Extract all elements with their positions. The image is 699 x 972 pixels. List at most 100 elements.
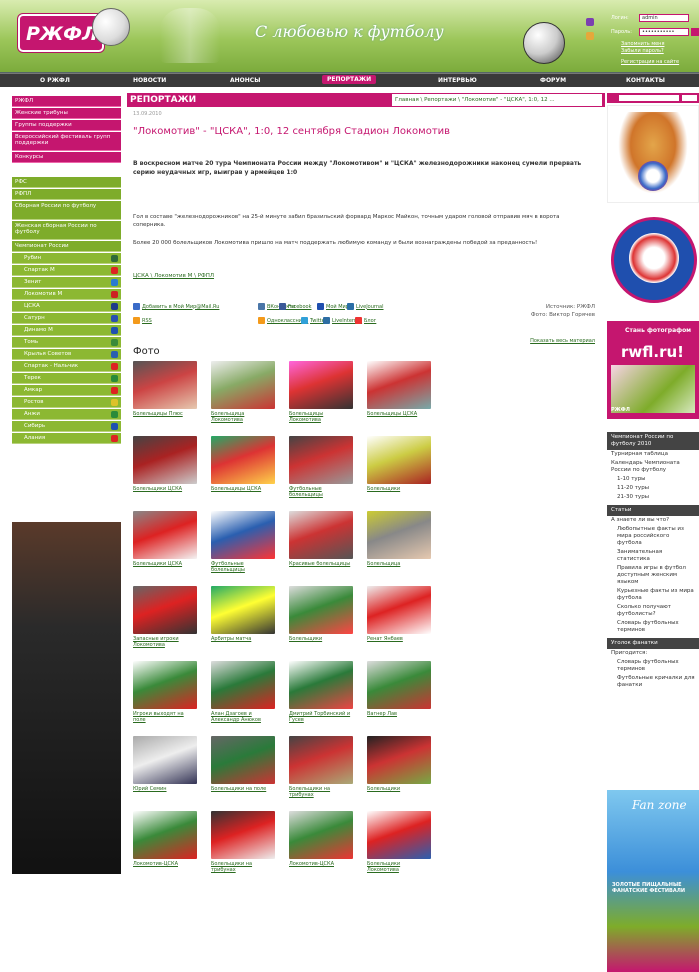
club-spartak[interactable]: Спартак М (12, 265, 121, 276)
nav-forum[interactable]: ФОРУМ (540, 77, 566, 84)
club-cska[interactable]: ЦСКА (12, 301, 121, 312)
photo-thumbnail[interactable] (133, 436, 197, 484)
photo-caption[interactable]: Вагнер Лав (367, 711, 431, 717)
photo-thumbnail[interactable] (367, 736, 431, 784)
share-blog[interactable]: Блог (355, 317, 376, 324)
view-all-link[interactable]: Показать весь материал (530, 338, 595, 344)
share-label[interactable]: Facebook (288, 304, 312, 310)
club-saturn[interactable]: Сатурн (12, 313, 121, 324)
share-livejournal[interactable]: LiveJournal (347, 303, 384, 310)
photo-item[interactable]: Футбольные болельщицы (211, 511, 275, 573)
rfpl-emblem[interactable] (607, 213, 699, 311)
nav-announcements[interactable]: АНОНСЫ (230, 77, 260, 84)
photo-item[interactable]: Игроки выходят на поле (133, 661, 197, 723)
photo-caption[interactable]: Арбитры матча (211, 636, 275, 642)
photo-item[interactable]: Алан Дзагоев и Александр Анюков (211, 661, 275, 723)
photo-caption[interactable]: Болельщики (367, 486, 431, 492)
menu-subitem[interactable]: Курьезные факты из мира футбола (607, 587, 699, 603)
photo-item[interactable]: Футбольные болельщицы (289, 436, 353, 498)
photo-thumbnail[interactable] (367, 586, 431, 634)
share-label[interactable]: Блог (364, 318, 376, 324)
photo-item[interactable]: Болельщицы Локомотива (289, 361, 353, 423)
photo-thumbnail[interactable] (133, 586, 197, 634)
club-terek[interactable]: Терек (12, 373, 121, 384)
search-button[interactable] (682, 95, 697, 101)
rfs-emblem[interactable] (607, 105, 699, 203)
menu-head-articles[interactable]: Статьи (607, 505, 699, 516)
photo-caption[interactable]: Болельщики ЦСКА (133, 561, 197, 567)
menu-rfs[interactable]: РФС (12, 177, 121, 188)
photo-item[interactable]: Болельщицы ЦСКА (367, 361, 431, 417)
photographer-ad[interactable]: Стань фотографом rwfl.ru! РЖФЛ (607, 321, 699, 419)
menu-head-championship[interactable]: Чемпионат России по футболу 2010 (607, 432, 699, 450)
photo-item[interactable]: Болельщики на поле (211, 736, 275, 792)
photo-thumbnail[interactable] (133, 511, 197, 559)
photo-thumbnail[interactable] (289, 736, 353, 784)
club-dinamo[interactable]: Динамо М (12, 325, 121, 336)
photo-caption[interactable]: Болельщицы Плюс (133, 411, 197, 417)
photo-item[interactable]: Красивые болельщицы (289, 511, 353, 567)
photo-caption[interactable]: Болельщики (367, 786, 431, 792)
menu-item[interactable]: А знаете ли вы что? (607, 516, 699, 525)
photo-thumbnail[interactable] (289, 586, 353, 634)
club-sibir[interactable]: Сибирь (12, 421, 121, 432)
share-label[interactable]: LiveJournal (356, 304, 384, 310)
tag-links[interactable]: ЦСКА \ Локомотив М \ РФПЛ (133, 273, 214, 279)
menu-national-team[interactable]: Сборная России по футболу (12, 201, 121, 220)
photo-caption[interactable]: Болельщики Локомотива (367, 861, 431, 873)
photo-item[interactable]: Арбитры матча (211, 586, 275, 642)
photo-caption[interactable]: Дмитрий Торбинский и Гусев (289, 711, 353, 723)
photo-thumbnail[interactable] (367, 811, 431, 859)
menu-subitem[interactable]: Словарь футбольных терминов (607, 658, 699, 674)
menu-rzhfl[interactable]: РЖФЛ (12, 96, 121, 107)
share-label[interactable]: Добавить в Мой Мир@Mail.Ru (142, 304, 219, 310)
photo-item[interactable]: Болельщица (367, 511, 431, 567)
menu-championship[interactable]: Чемпионат России (12, 241, 121, 252)
photo-thumbnail[interactable] (211, 511, 275, 559)
menu-subitem[interactable]: Словарь футбольных терминов (607, 619, 699, 635)
home-icon[interactable] (586, 18, 594, 26)
photo-caption[interactable]: Футбольные болельщицы (289, 486, 353, 498)
photo-thumbnail[interactable] (133, 361, 197, 409)
photo-thumbnail[interactable] (367, 511, 431, 559)
breadcrumb[interactable]: Главная \ Репортажи \ "Локомотив" - "ЦСК… (392, 94, 602, 106)
login-input[interactable]: admin (639, 14, 689, 22)
menu-festival[interactable]: Всероссийский фестиваль групп поддержки (12, 132, 121, 151)
photo-thumbnail[interactable] (367, 436, 431, 484)
nav-interviews[interactable]: ИНТЕРВЬЮ (438, 77, 477, 84)
photo-thumbnail[interactable] (367, 661, 431, 709)
photo-caption[interactable]: Алан Дзагоев и Александр Анюков (211, 711, 275, 723)
club-anzhi[interactable]: Анжи (12, 409, 121, 420)
menu-subitem[interactable]: Футбольные кричалки для фанатки (607, 674, 699, 690)
photo-caption[interactable]: Болельщицы ЦСКА (367, 411, 431, 417)
photo-item[interactable]: Болельщики (367, 436, 431, 492)
photo-item[interactable]: Болельщица Локомотива (211, 361, 275, 423)
photo-item[interactable]: Болельщицы Плюс (133, 361, 197, 417)
photo-caption[interactable]: Болельщицы Локомотива (289, 411, 353, 423)
rss-header-icon[interactable] (586, 32, 594, 40)
club-zenit[interactable]: Зенит (12, 277, 121, 288)
photo-thumbnail[interactable] (289, 511, 353, 559)
photo-caption[interactable]: Болельщица (367, 561, 431, 567)
photo-caption[interactable]: Красивые болельщицы (289, 561, 353, 567)
menu-subitem[interactable]: Правила игры в футбол доступным женским … (607, 564, 699, 587)
photo-item[interactable]: Болельщицы ЦСКА (211, 436, 275, 492)
photo-item[interactable]: Болельщики на трибунах (211, 811, 275, 873)
photo-thumbnail[interactable] (289, 661, 353, 709)
share-label[interactable]: RSS (142, 318, 152, 324)
photo-thumbnail[interactable] (133, 661, 197, 709)
nav-reports[interactable]: РЕПОРТАЖИ (322, 75, 377, 84)
menu-subitem[interactable]: 21-30 туры (607, 493, 699, 502)
photo-caption[interactable]: Болельщики на трибунах (289, 786, 353, 798)
share-facebook[interactable]: Facebook (279, 303, 312, 310)
photo-item[interactable]: Запасные игроки Локомотива (133, 586, 197, 648)
forgot-link[interactable]: Забыли пароль? (621, 48, 664, 54)
menu-women-stands[interactable]: Женские трибуны (12, 108, 121, 119)
view-all-text[interactable]: Показать весь материал (530, 338, 595, 344)
menu-subitem[interactable]: 11-20 туры (607, 484, 699, 493)
nav-news[interactable]: НОВОСТИ (133, 77, 166, 84)
menu-support-groups[interactable]: Группы поддержки (12, 120, 121, 131)
club-rubin[interactable]: Рубин (12, 253, 121, 264)
photo-item[interactable]: Ренат Янбаев (367, 586, 431, 642)
share-mymir[interactable]: Мой Мир (317, 303, 349, 310)
